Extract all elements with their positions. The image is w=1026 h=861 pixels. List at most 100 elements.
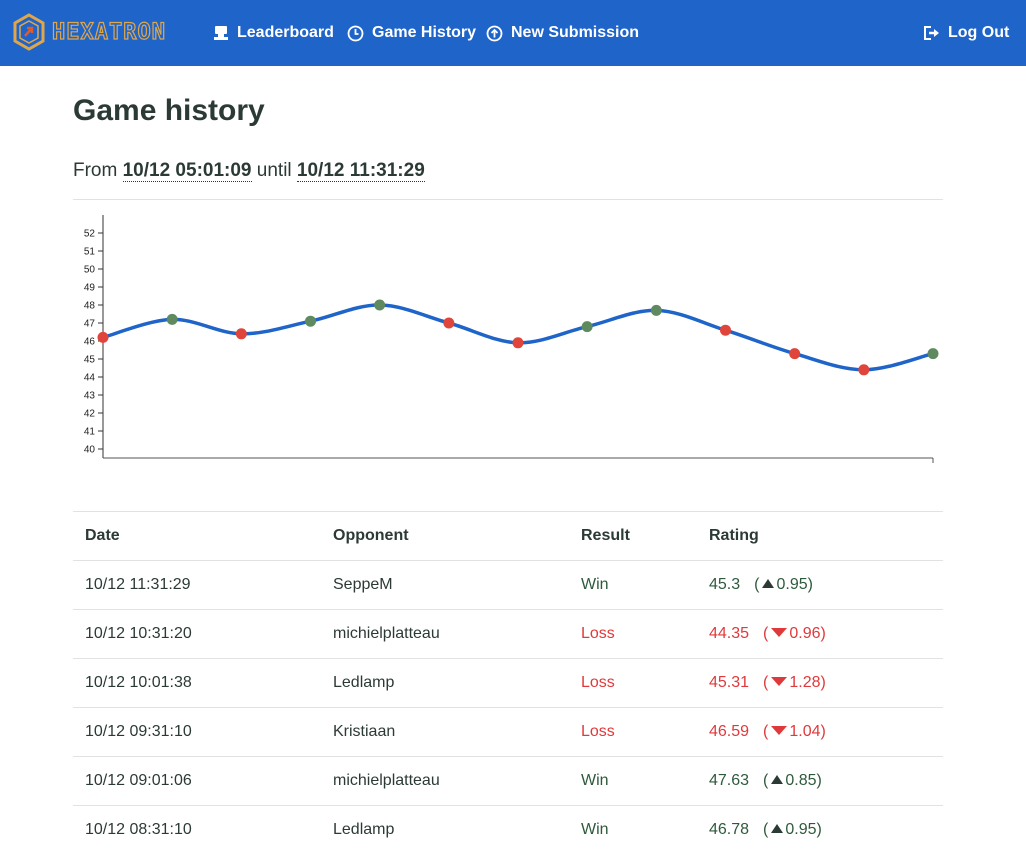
row-delta-value: 1.28 <box>789 674 821 691</box>
row-opponent: michielplatteau <box>321 609 569 659</box>
row-result: Win <box>569 560 697 610</box>
win-point <box>305 315 316 327</box>
row-date: 10/12 11:31:29 <box>73 560 321 610</box>
nav-game-history-label: Game History <box>372 24 477 41</box>
row-rating-cell: 47.63 (0.85) <box>697 756 943 806</box>
y-tick-label: 46 <box>84 337 96 348</box>
header-date: Date <box>73 511 321 561</box>
row-delta-value: 1.04 <box>789 723 821 740</box>
row-delta-value: 0.95 <box>785 821 817 839</box>
header-rating: Rating <box>697 511 943 561</box>
row-result: Loss <box>569 707 697 757</box>
table-row: 10/12 10:01:38 Ledlamp Loss 45.31 (1.28) <box>73 658 943 708</box>
hexagon-logo-icon <box>13 13 45 51</box>
row-rating-delta: (0.85) <box>763 772 822 789</box>
row-date: 10/12 09:31:10 <box>73 707 321 757</box>
win-point <box>374 299 386 311</box>
row-rating-cell: 46.78 (0.95) <box>697 805 943 855</box>
row-delta-value: 0.95 <box>776 576 808 593</box>
nav-new-submission[interactable]: New Submission <box>486 22 639 44</box>
row-delta-value: 0.85 <box>785 772 817 789</box>
win-point <box>927 348 939 360</box>
row-rating: 45.31 <box>709 674 750 691</box>
row-rating-delta: (0.95) <box>763 821 822 839</box>
logout-button[interactable]: Log Out <box>922 22 1009 44</box>
y-tick-label: 47 <box>84 319 96 330</box>
row-result: Loss <box>569 658 697 708</box>
table-row: 10/12 10:31:20 michielplatteau Loss 44.35 (0… <box>73 609 943 659</box>
row-rating-cell: 46.59 (1.04) <box>697 707 943 757</box>
page-title: Game history <box>73 94 265 127</box>
divider <box>73 199 943 200</box>
loss-point <box>235 328 247 340</box>
row-result: Loss <box>569 609 697 659</box>
row-opponent: Ledlamp <box>321 805 569 855</box>
y-tick-label: 48 <box>84 301 96 312</box>
y-tick-label: 50 <box>84 265 96 276</box>
triangle-down-icon <box>771 677 788 686</box>
row-rating-delta: (0.96) <box>763 625 826 642</box>
row-rating: 46.78 <box>709 821 750 839</box>
row-opponent: SeppeM <box>321 560 569 610</box>
row-rating-cell: 44.35 (0.96) <box>697 609 943 659</box>
y-tick-label: 43 <box>84 391 96 402</box>
row-opponent: Kristiaan <box>321 707 569 757</box>
table-row: 10/12 09:31:10 Kristiaan Loss 46.59 (1.04) <box>73 707 943 757</box>
loss-point <box>512 337 524 349</box>
loss-point <box>720 324 731 336</box>
y-tick-label: 40 <box>84 445 96 456</box>
upload-icon <box>486 25 503 41</box>
y-tick-label: 52 <box>84 229 96 240</box>
row-date: 10/12 10:31:20 <box>73 609 321 659</box>
triangle-down-icon <box>771 628 788 637</box>
y-tick-label: 44 <box>84 373 96 384</box>
row-date: 10/12 10:01:38 <box>73 658 321 708</box>
logout-icon <box>924 26 939 40</box>
row-rating: 46.59 <box>709 723 750 740</box>
y-tick-label: 51 <box>84 247 96 258</box>
header-result: Result <box>569 511 697 561</box>
table-header-row: Date Opponent Result Rating <box>73 511 943 561</box>
row-delta-value: 0.96 <box>789 625 821 642</box>
row-rating: 45.3 <box>709 576 741 593</box>
triangle-up-icon <box>771 824 784 834</box>
y-tick-label: 42 <box>84 409 96 420</box>
table-row: 10/12 08:31:10 Ledlamp Win 46.78 (0.95) <box>73 805 943 855</box>
row-rating-delta: (1.04) <box>763 723 826 740</box>
table-row: 10/12 09:01:06 michielplatteau Win 47.63 (0.… <box>73 756 943 806</box>
date-range: From 10/12 05:01:09 until 10/12 11:31:29 <box>73 160 425 182</box>
row-opponent: Ledlamp <box>321 658 569 708</box>
nav-new-submission-label: New Submission <box>511 24 640 41</box>
row-rating-delta: (0.95) <box>754 576 813 593</box>
win-point <box>650 304 662 316</box>
triangle-up-icon <box>762 579 775 588</box>
triangle-up-icon <box>771 775 784 784</box>
row-rating-delta: (1.28) <box>763 674 826 691</box>
until-date[interactable]: 10/12 11:31:29 <box>296 160 425 182</box>
rating-chart: 40 41 42 43 44 45 46 47 48 49 50 51 52 <box>84 215 939 463</box>
row-rating: 47.63 <box>709 772 750 789</box>
brand-logo[interactable]: HEXATRON <box>12 13 166 51</box>
row-rating-cell: 45.31 (1.28) <box>697 658 943 708</box>
from-word: From <box>73 160 118 181</box>
nav-game-history[interactable]: Game History <box>347 22 476 44</box>
brand-name: HEXATRON <box>51 19 166 45</box>
y-tick-label: 41 <box>84 427 96 438</box>
loss-point <box>97 331 109 343</box>
until-word: until <box>256 160 292 181</box>
nav-leaderboard[interactable]: Leaderboard <box>213 22 334 44</box>
win-point <box>166 313 178 325</box>
y-tick-label: 45 <box>84 355 96 366</box>
triangle-down-icon <box>771 726 788 735</box>
row-result: Win <box>569 756 697 806</box>
row-date: 10/12 09:01:06 <box>73 756 321 806</box>
row-date: 10/12 08:31:10 <box>73 805 321 855</box>
row-rating: 44.35 <box>709 625 750 642</box>
table-row: 10/12 11:31:29 SeppeM Win 45.3 (0.95) <box>73 560 943 610</box>
loss-point <box>443 317 455 329</box>
logout-label: Log Out <box>948 24 1010 41</box>
from-date[interactable]: 10/12 05:01:09 <box>122 160 252 182</box>
nav-leaderboard-label: Leaderboard <box>237 24 334 41</box>
row-rating-cell: 45.3 (0.95) <box>697 560 943 610</box>
game-history-table: Date Opponent Result Rating 10/12 11:31:… <box>73 511 943 855</box>
